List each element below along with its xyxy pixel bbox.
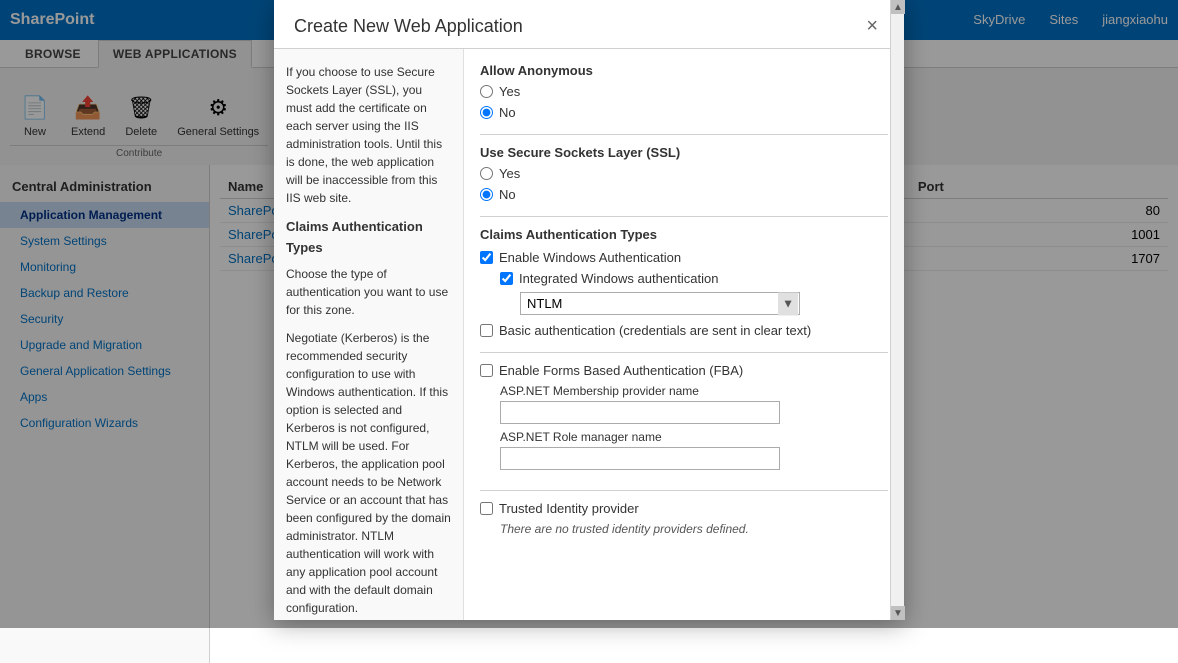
ntlm-dropdown-row: NTLM Negotiate (Kerberos) ▼ [520, 292, 888, 315]
divider-4 [480, 490, 888, 491]
ssl-no-label[interactable]: No [480, 187, 888, 202]
enable-windows-auth-text: Enable Windows Authentication [499, 250, 681, 265]
ssl-yes-group: Yes [480, 166, 888, 181]
modal-body: If you choose to use Secure Sockets Laye… [274, 49, 904, 620]
modal-close-button[interactable]: × [860, 14, 884, 38]
asp-role-label: ASP.NET Role manager name [500, 430, 888, 444]
allow-anon-no-radio[interactable] [480, 106, 493, 119]
allow-anon-yes-text: Yes [499, 84, 520, 99]
claims-auth-heading: Claims Authentication Types [286, 217, 451, 259]
claims-auth-section: Claims Authentication Types Enable Windo… [480, 227, 888, 338]
trusted-identity-label[interactable]: Trusted Identity provider [480, 501, 888, 516]
allow-anon-yes-group: Yes [480, 84, 888, 99]
modal-desc-claims: Choose the type of authentication you wa… [286, 265, 451, 319]
basic-auth-text: Basic authentication (credentials are se… [499, 323, 811, 338]
basic-auth-checkbox[interactable] [480, 324, 493, 337]
modal-desc-negotiate: Negotiate (Kerberos) is the recommended … [286, 329, 451, 617]
divider-2 [480, 216, 888, 217]
allow-anon-no-text: No [499, 105, 516, 120]
trusted-identity-note: There are no trusted identity providers … [500, 522, 888, 536]
modal-desc-ssl: If you choose to use Secure Sockets Laye… [286, 63, 451, 207]
asp-membership-input[interactable] [500, 401, 780, 424]
ssl-no-group: No [480, 187, 888, 202]
allow-anon-yes-radio[interactable] [480, 85, 493, 98]
allow-anon-yes-label[interactable]: Yes [480, 84, 888, 99]
ssl-label: Use Secure Sockets Layer (SSL) [480, 145, 888, 160]
fba-checkbox[interactable] [480, 364, 493, 377]
modal-overlay: Create New Web Application × If you choo… [0, 0, 1178, 628]
allow-anonymous-section: Allow Anonymous Yes No [480, 63, 888, 120]
ntlm-dropdown-wrapper: NTLM Negotiate (Kerberos) ▼ [520, 292, 800, 315]
trusted-identity-checkbox[interactable] [480, 502, 493, 515]
fba-label[interactable]: Enable Forms Based Authentication (FBA) [480, 363, 888, 378]
fba-section: Enable Forms Based Authentication (FBA) … [480, 363, 888, 476]
asp-role-input[interactable] [500, 447, 780, 470]
integrated-windows-auth-checkbox[interactable] [500, 272, 513, 285]
modal-header: Create New Web Application × [274, 0, 904, 49]
fba-text: Enable Forms Based Authentication (FBA) [499, 363, 743, 378]
modal-create-web-app: Create New Web Application × If you choo… [274, 0, 904, 620]
divider-3 [480, 352, 888, 353]
modal-title: Create New Web Application [294, 16, 523, 37]
ssl-section: Use Secure Sockets Layer (SSL) Yes No [480, 145, 888, 202]
modal-scrollbar[interactable]: ▲ ▼ [890, 49, 904, 620]
scroll-down-button[interactable]: ▼ [891, 606, 904, 620]
modal-right-panel: Allow Anonymous Yes No [464, 49, 904, 620]
enable-windows-auth-label[interactable]: Enable Windows Authentication [480, 250, 888, 265]
ssl-yes-label[interactable]: Yes [480, 166, 888, 181]
integrated-windows-auth-label[interactable]: Integrated Windows authentication [500, 271, 888, 286]
ntlm-dropdown[interactable]: NTLM Negotiate (Kerberos) [520, 292, 800, 315]
modal-left-panel: If you choose to use Secure Sockets Laye… [274, 49, 464, 620]
ssl-yes-text: Yes [499, 166, 520, 181]
ssl-no-text: No [499, 187, 516, 202]
basic-auth-label[interactable]: Basic authentication (credentials are se… [480, 323, 888, 338]
asp-membership-label: ASP.NET Membership provider name [500, 384, 888, 398]
ssl-no-radio[interactable] [480, 188, 493, 201]
claims-auth-label: Claims Authentication Types [480, 227, 888, 242]
trusted-identity-section: Trusted Identity provider There are no t… [480, 501, 888, 536]
integrated-windows-auth-text: Integrated Windows authentication [519, 271, 718, 286]
allow-anon-no-group: No [480, 105, 888, 120]
fba-fields: ASP.NET Membership provider name ASP.NET… [500, 384, 888, 476]
integrated-windows-section: Integrated Windows authentication NTLM N… [500, 271, 888, 315]
divider-1 [480, 134, 888, 135]
trusted-identity-text: Trusted Identity provider [499, 501, 639, 516]
allow-anonymous-label: Allow Anonymous [480, 63, 888, 78]
enable-windows-auth-checkbox[interactable] [480, 251, 493, 264]
trusted-identity-note-section: There are no trusted identity providers … [500, 522, 888, 536]
allow-anon-no-label[interactable]: No [480, 105, 888, 120]
ssl-yes-radio[interactable] [480, 167, 493, 180]
